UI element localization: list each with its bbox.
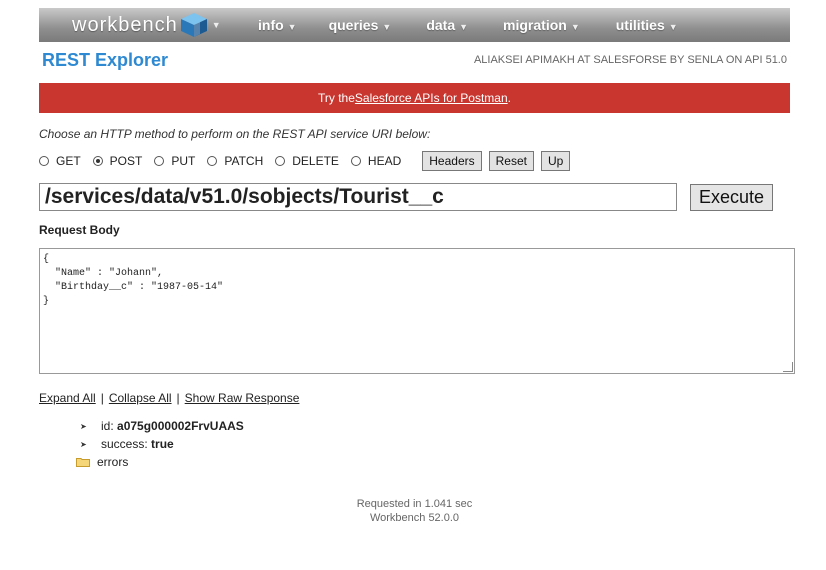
radio-button[interactable] xyxy=(275,156,286,166)
folder-icon xyxy=(76,458,90,467)
chevron-down-icon: ▼ xyxy=(570,22,580,32)
expand-all-link[interactable]: Expand All xyxy=(39,391,96,405)
method-label: GET xyxy=(56,154,81,168)
menu-info-label: info xyxy=(258,17,284,33)
menu-queries-label: queries xyxy=(328,17,379,33)
radio-button[interactable] xyxy=(350,156,361,166)
response-tree: ➤ id: a075g000002FrvUAAS ➤ success: true… xyxy=(76,417,790,471)
chevron-down-icon: ▼ xyxy=(382,22,392,32)
response-success-row: ➤ success: true xyxy=(80,435,790,453)
instructions: Choose an HTTP method to perform on the … xyxy=(39,127,431,141)
method-label: PATCH xyxy=(224,154,264,168)
cube-logo-icon xyxy=(180,13,207,37)
brand-name: workbench xyxy=(72,13,178,36)
method-label: HEAD xyxy=(367,154,402,168)
radio-button[interactable] xyxy=(154,156,165,166)
title-row: REST Explorer ALIAKSEI APIMAKH AT SALESF… xyxy=(39,50,790,70)
reset-button[interactable]: Reset xyxy=(488,151,534,171)
method-get[interactable]: GET xyxy=(39,154,81,168)
footer: Requested in 1.041 sec Workbench 52.0.0 xyxy=(39,497,790,525)
request-body-text: { "Name" : "Johann", "Birthday__c" : "19… xyxy=(43,254,224,307)
chevron-down-icon: ▼ xyxy=(287,22,297,32)
separator: | xyxy=(100,391,104,405)
radio-button[interactable] xyxy=(207,156,218,166)
page: workbench ▼ info ▼ queries ▼ data ▼ migrati… xyxy=(39,8,795,525)
postman-banner: Try the Salesforce APIs for Postman. xyxy=(39,83,790,113)
resize-handle-icon[interactable] xyxy=(783,362,793,372)
banner-suffix: . xyxy=(507,91,511,105)
up-button[interactable]: Up xyxy=(540,151,571,171)
menu-data-label: data xyxy=(426,17,456,33)
method-post[interactable]: POST xyxy=(92,154,143,168)
result-links: Expand All | Collapse All | Show Raw Respons… xyxy=(39,391,790,405)
menu-data[interactable]: data ▼ xyxy=(426,17,468,33)
method-delete[interactable]: DELETE xyxy=(275,154,339,168)
radio-button[interactable] xyxy=(39,156,49,166)
page-title: REST Explorer xyxy=(42,49,169,70)
request-timing: Requested in 1.041 sec xyxy=(356,498,473,510)
uri-input[interactable]: /services/data/v51.0/sobjects/Tourist__c xyxy=(39,183,677,211)
user-info: ALIAKSEI APIMAKH AT SALESFORSE BY SENLA … xyxy=(473,54,787,66)
execute-button[interactable]: Execute xyxy=(690,183,774,211)
menu-migration-label: migration xyxy=(503,17,567,33)
top-nav: workbench ▼ info ▼ queries ▼ data ▼ migrati… xyxy=(39,8,790,42)
leaf-arrow-icon: ➤ xyxy=(80,439,87,449)
method-patch[interactable]: PATCH xyxy=(207,154,263,168)
response-key: id: xyxy=(101,419,114,433)
separator: | xyxy=(176,391,180,405)
method-head[interactable]: HEAD xyxy=(350,154,402,168)
chevron-down-icon: ▼ xyxy=(459,22,469,32)
response-id-row: ➤ id: a075g000002FrvUAAS xyxy=(80,417,790,435)
method-selector: GET POST PUT PATCH DELETE HEAD Headers R… xyxy=(39,151,790,171)
menu-utilities[interactable]: utilities ▼ xyxy=(616,17,678,33)
main-menu: info ▼ queries ▼ data ▼ migration ▼ utilitie… xyxy=(227,17,678,33)
method-label: DELETE xyxy=(292,154,339,168)
method-label: PUT xyxy=(171,154,196,168)
menu-migration[interactable]: migration ▼ xyxy=(503,17,580,33)
request-body-textarea[interactable]: { "Name" : "Johann", "Birthday__c" : "19… xyxy=(39,248,795,374)
menu-utilities-label: utilities xyxy=(615,17,665,33)
response-key: errors xyxy=(97,455,129,469)
response-errors-row[interactable]: errors xyxy=(76,453,790,471)
uri-row: /services/data/v51.0/sobjects/Tourist__c… xyxy=(39,183,790,211)
menu-info[interactable]: info ▼ xyxy=(258,17,297,33)
collapse-all-link[interactable]: Collapse All xyxy=(109,391,172,405)
app-version: Workbench 52.0.0 xyxy=(369,512,460,524)
menu-queries[interactable]: queries ▼ xyxy=(329,17,392,33)
response-value: a075g000002FrvUAAS xyxy=(117,419,244,433)
request-body-label: Request Body xyxy=(39,223,120,237)
postman-link[interactable]: Salesforce APIs for Postman xyxy=(355,91,508,105)
method-label: POST xyxy=(109,154,143,168)
response-value: true xyxy=(151,437,174,451)
chevron-down-icon: ▼ xyxy=(668,22,678,32)
radio-button[interactable] xyxy=(92,156,103,166)
brand[interactable]: workbench ▼ xyxy=(39,12,227,38)
brand-caret-icon: ▼ xyxy=(211,20,221,30)
banner-prefix: Try the xyxy=(318,91,355,105)
method-put[interactable]: PUT xyxy=(154,154,195,168)
show-raw-response-link[interactable]: Show Raw Response xyxy=(185,391,300,405)
headers-button[interactable]: Headers xyxy=(422,151,482,171)
leaf-arrow-icon: ➤ xyxy=(80,421,87,431)
response-key: success: xyxy=(101,437,148,451)
